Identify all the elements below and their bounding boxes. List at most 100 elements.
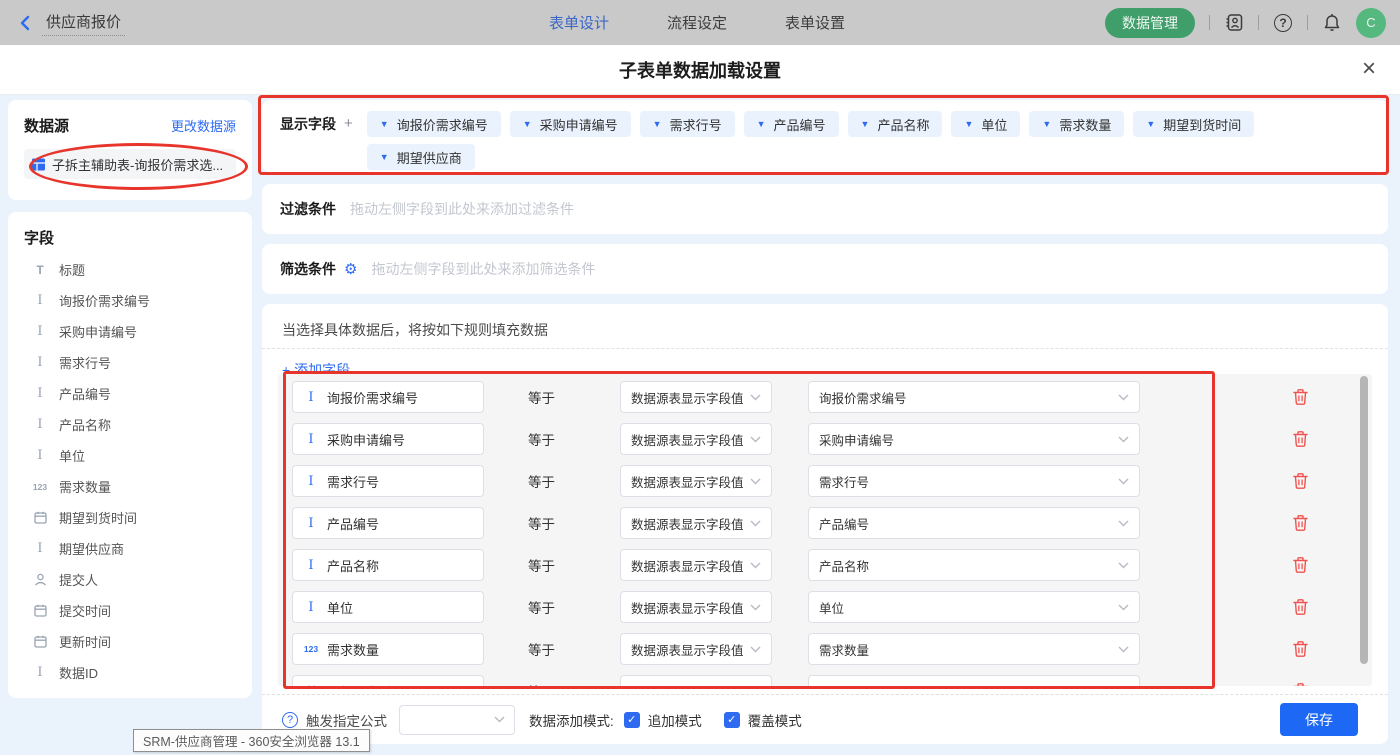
- text-field-icon: I: [30, 448, 50, 463]
- display-fields-label: 显示字段: [280, 111, 336, 161]
- display-field-chip[interactable]: ▼采购申请编号: [510, 111, 631, 137]
- trash-icon[interactable]: [1292, 556, 1310, 574]
- rule-field-box[interactable]: I询报价需求编号: [292, 381, 484, 413]
- change-datasource-link[interactable]: 更改数据源: [171, 116, 236, 135]
- user-avatar[interactable]: C: [1356, 8, 1386, 38]
- filter-condition-panel[interactable]: 过滤条件 拖动左侧字段到此处来添加过滤条件: [262, 184, 1388, 234]
- field-item-title[interactable]: T标题: [24, 254, 236, 285]
- formula-select[interactable]: [399, 705, 515, 735]
- field-item[interactable]: I询报价需求编号: [24, 285, 236, 316]
- source-type-dropdown[interactable]: 数据源表显示字段值: [620, 381, 772, 413]
- text-field-icon: I: [30, 355, 50, 370]
- datasource-selected-item[interactable]: 子拆主辅助表-询报价需求选...: [24, 149, 236, 179]
- field-item[interactable]: 提交人: [24, 564, 236, 595]
- display-field-chip[interactable]: ▼期望到货时间: [1133, 111, 1254, 137]
- contact-book-icon[interactable]: [1224, 13, 1244, 33]
- nav-tabs: 表单设计 流程设定 表单设置: [549, 0, 845, 45]
- chevron-down-icon: ▼: [1146, 119, 1155, 129]
- data-manage-button[interactable]: 数据管理: [1105, 8, 1195, 38]
- field-item[interactable]: 期望到货时间: [24, 502, 236, 533]
- form-title[interactable]: 供应商报价: [42, 10, 125, 36]
- display-field-chip[interactable]: ▼需求数量: [1029, 111, 1124, 137]
- field-item[interactable]: I单位: [24, 440, 236, 471]
- rule-field-box[interactable]: 123需求数量: [292, 633, 484, 665]
- source-type-dropdown[interactable]: 数据源表显示字段值: [620, 591, 772, 623]
- bell-icon[interactable]: [1322, 13, 1342, 33]
- trash-icon[interactable]: [1292, 472, 1310, 490]
- close-icon[interactable]: ×: [1362, 56, 1376, 82]
- append-mode-checkbox[interactable]: ✓追加模式: [624, 710, 702, 730]
- rule-field-box[interactable]: I需求行号: [292, 465, 484, 497]
- tab-flow-setting[interactable]: 流程设定: [667, 12, 727, 33]
- rule-field-box[interactable]: I产品编号: [292, 507, 484, 539]
- text-field-icon: I: [30, 541, 50, 556]
- field-item[interactable]: 更新时间: [24, 626, 236, 657]
- field-item[interactable]: I采购申请编号: [24, 316, 236, 347]
- source-type-dropdown[interactable]: 数据源表显示字段值: [620, 423, 772, 455]
- add-display-field-icon[interactable]: +: [344, 111, 353, 161]
- overwrite-mode-checkbox[interactable]: ✓覆盖模式: [724, 710, 802, 730]
- source-type-dropdown[interactable]: 数据源表显示字段值: [620, 675, 772, 686]
- sift-condition-panel[interactable]: 筛选条件 ⚙ 拖动左侧字段到此处来添加筛选条件: [262, 244, 1388, 294]
- source-type-dropdown[interactable]: 数据源表显示字段值: [620, 549, 772, 581]
- trash-icon[interactable]: [1292, 514, 1310, 532]
- display-field-chip[interactable]: ▼产品名称: [848, 111, 943, 137]
- field-item[interactable]: I产品名称: [24, 409, 236, 440]
- save-button[interactable]: 保存: [1280, 703, 1358, 736]
- display-field-chip[interactable]: ▼需求行号: [640, 111, 735, 137]
- calendar-icon: [30, 511, 50, 524]
- back-icon[interactable]: [18, 15, 32, 31]
- source-field-dropdown[interactable]: 采购申请编号: [808, 423, 1140, 455]
- source-field-dropdown[interactable]: 需求行号: [808, 465, 1140, 497]
- display-field-chip[interactable]: ▼期望供应商: [367, 144, 475, 170]
- calendar-icon: [30, 635, 50, 648]
- tab-form-design[interactable]: 表单设计: [549, 12, 609, 33]
- datasource-card: 数据源 更改数据源 子拆主辅助表-询报价需求选...: [8, 100, 252, 200]
- source-field-dropdown[interactable]: 单位: [808, 591, 1140, 623]
- gear-icon[interactable]: ⚙: [344, 260, 357, 278]
- person-icon: [30, 573, 50, 586]
- operator-label: 等于: [528, 639, 555, 659]
- rule-field-box[interactable]: I产品名称: [292, 549, 484, 581]
- trash-icon[interactable]: [1292, 430, 1310, 448]
- help-icon[interactable]: ?: [1273, 13, 1293, 33]
- rule-field-box[interactable]: I单位: [292, 591, 484, 623]
- field-item[interactable]: I期望供应商: [24, 533, 236, 564]
- chevron-down-icon: ▼: [861, 119, 870, 129]
- source-field-dropdown[interactable]: 产品编号: [808, 507, 1140, 539]
- field-item[interactable]: I需求行号: [24, 347, 236, 378]
- trash-icon[interactable]: [1292, 388, 1310, 406]
- scrollbar-thumb[interactable]: [1360, 376, 1368, 664]
- field-item[interactable]: 123需求数量: [24, 471, 236, 502]
- field-item[interactable]: 提交时间: [24, 595, 236, 626]
- help-icon[interactable]: ?: [282, 712, 298, 728]
- modal-title: 子表单数据加载设置: [0, 45, 1400, 95]
- source-type-dropdown[interactable]: 数据源表显示字段值: [620, 507, 772, 539]
- trash-icon[interactable]: [1292, 640, 1310, 658]
- trash-icon[interactable]: [1292, 682, 1310, 686]
- source-type-dropdown[interactable]: 数据源表显示字段值: [620, 633, 772, 665]
- rule-field-box[interactable]: I采购申请编号: [292, 423, 484, 455]
- source-type-dropdown[interactable]: 数据源表显示字段值: [620, 465, 772, 497]
- rule-field-box[interactable]: 期望到货时间: [292, 675, 484, 686]
- source-field-dropdown[interactable]: 需求数量: [808, 633, 1140, 665]
- operator-label: 等于: [528, 513, 555, 533]
- operator-label: 等于: [528, 597, 555, 617]
- source-field-dropdown[interactable]: 询报价需求编号: [808, 381, 1140, 413]
- chevron-down-icon: [750, 604, 761, 611]
- source-field-dropdown[interactable]: 期望到货时间: [808, 675, 1140, 686]
- tab-form-setting[interactable]: 表单设置: [785, 12, 845, 33]
- display-field-chip[interactable]: ▼产品编号: [744, 111, 839, 137]
- trash-icon[interactable]: [1292, 598, 1310, 616]
- chevron-down-icon: [1118, 562, 1129, 569]
- operator-label: 等于: [528, 471, 555, 491]
- title-field-icon: T: [30, 263, 50, 277]
- field-item[interactable]: I数据ID: [24, 657, 236, 688]
- field-item[interactable]: I产品编号: [24, 378, 236, 409]
- display-field-chip[interactable]: ▼询报价需求编号: [367, 111, 501, 137]
- operator-label: 等于: [528, 429, 555, 449]
- display-field-chip[interactable]: ▼单位: [951, 111, 1020, 137]
- chevron-down-icon: [750, 394, 761, 401]
- text-field-icon: I: [303, 600, 319, 615]
- source-field-dropdown[interactable]: 产品名称: [808, 549, 1140, 581]
